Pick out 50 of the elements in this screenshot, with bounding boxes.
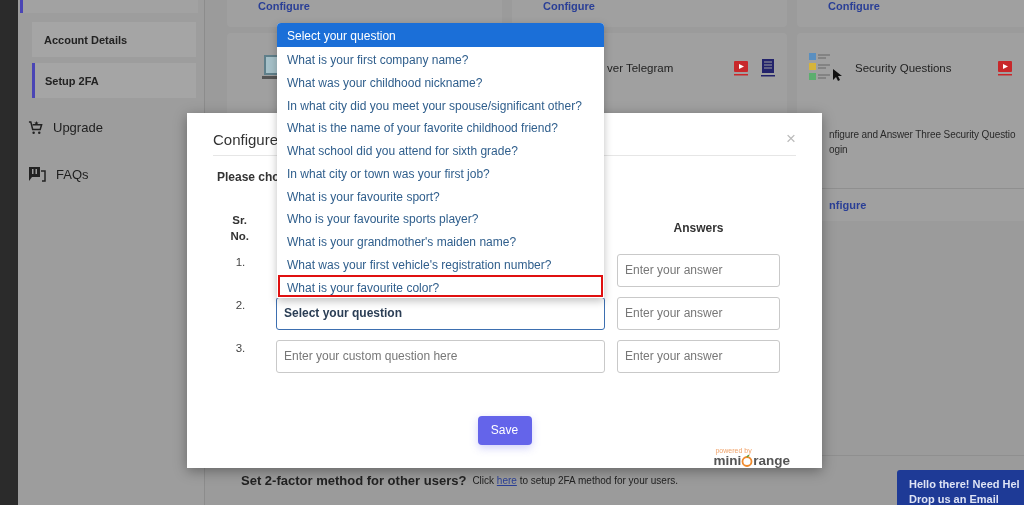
card-description: nfigure and Answer Three Security Questio <box>829 128 1017 142</box>
dropdown-option[interactable]: What was your first vehicle's registration number? <box>278 251 603 275</box>
sidebar-item[interactable]: Account Details <box>32 22 196 57</box>
row-number: 1. <box>234 254 247 270</box>
logo-text: mini <box>713 454 742 468</box>
logo-text: range <box>753 454 790 468</box>
row-number: 3. <box>234 340 247 356</box>
configure-link[interactable]: Configure <box>543 0 595 12</box>
column-header: Answers <box>672 220 725 235</box>
dropdown-option[interactable]: What school did you attend for sixth grade? <box>278 138 603 161</box>
dropdown-option[interactable]: What is your grandmother's maiden name? <box>278 229 603 252</box>
column-header: Sr. No. <box>229 212 250 244</box>
footer-text: Click here to setup 2FA method for your users. <box>472 475 679 486</box>
configure-link[interactable]: nfigure <box>829 199 867 211</box>
faq-icon <box>28 166 46 182</box>
dropdown-option[interactable]: Who is your favourite sports player? <box>278 206 603 229</box>
configure-link[interactable]: Configure <box>258 0 310 12</box>
video-icon[interactable] <box>733 60 749 76</box>
dialog-title: Configure <box>213 131 279 149</box>
dropdown-option[interactable]: What is the name of your favorite childhood friend? <box>278 115 603 138</box>
logo-mark-icon <box>741 455 754 467</box>
chat-text: Drop us an Email <box>909 492 1000 505</box>
question-select[interactable]: Select your question <box>276 296 605 330</box>
video-icon[interactable] <box>997 60 1013 76</box>
configure-link[interactable]: Configure <box>828 0 880 12</box>
footer-heading: Set 2-factor method for other users? <box>241 473 467 488</box>
dropdown-option[interactable]: In what city did you meet your spouse/significant other? <box>278 92 603 116</box>
answer-input[interactable]: Enter your answer <box>617 339 780 373</box>
answer-input[interactable]: Enter your answer <box>617 253 780 287</box>
sidebar-link[interactable]: Upgrade <box>53 120 103 135</box>
sidebar-item[interactable]: Setup 2FA <box>32 63 196 98</box>
save-button[interactable]: Save <box>477 415 532 445</box>
dropdown-option[interactable]: What is your favourite color? <box>278 274 603 298</box>
document-icon[interactable] <box>761 59 775 77</box>
question-input[interactable]: Enter your custom question here <box>276 339 605 373</box>
sidebar-link[interactable]: FAQs <box>56 166 89 182</box>
dropdown-option[interactable]: What was your childhood nickname? <box>278 69 603 93</box>
dropdown-option[interactable]: What is your first company name? <box>278 47 603 70</box>
row-number: 2. <box>234 297 247 313</box>
dropdown-option[interactable]: Select your question <box>277 23 604 47</box>
dropdown-option[interactable]: What is your favourite sport? <box>278 183 603 207</box>
card-title: ver Telegram <box>607 62 674 74</box>
chat-widget[interactable]: Hello there! Need Hel Drop us an Email <box>897 470 1024 505</box>
answer-input[interactable]: Enter your answer <box>617 296 780 330</box>
card-description: ogin <box>829 143 849 157</box>
chat-text: Hello there! Need Hel <box>909 477 1021 492</box>
questions-icon <box>809 53 843 83</box>
card-title: Security Questions <box>855 62 952 74</box>
cart-icon <box>28 120 43 135</box>
dropdown-option[interactable]: In what city or town was your first job? <box>278 160 603 184</box>
